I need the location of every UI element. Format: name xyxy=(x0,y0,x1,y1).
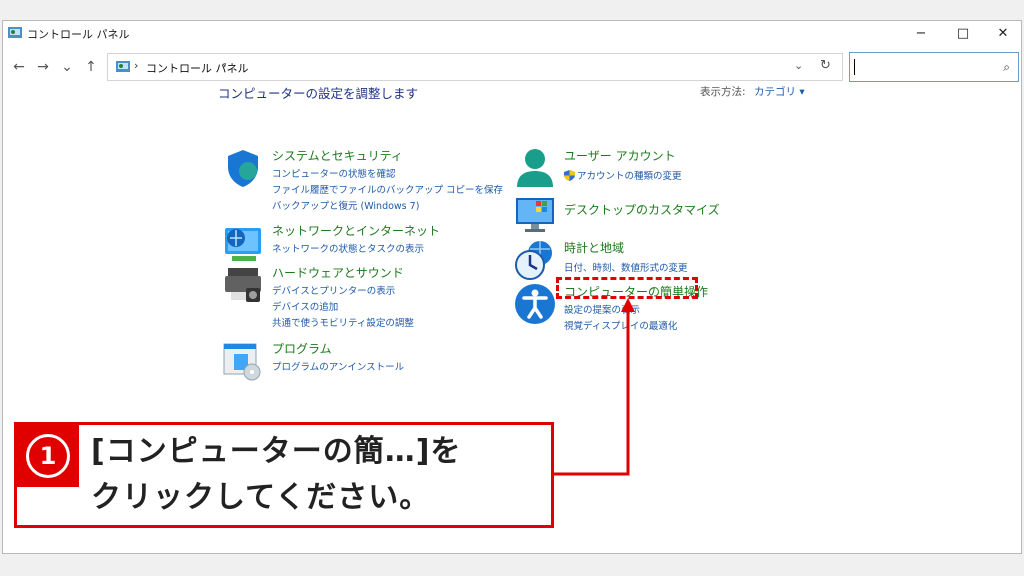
instruction-line-1: [コンピューターの簡…]を xyxy=(91,434,462,469)
instruction-callout: 1 [コンピューターの簡…]を クリックしてください。 xyxy=(14,422,554,528)
step-number: 1 xyxy=(26,434,70,478)
step-number-badge: 1 xyxy=(17,425,79,487)
instruction-text: [コンピューターの簡…]を クリックしてください。 xyxy=(91,429,461,521)
instruction-line-2: クリックしてください。 xyxy=(91,480,431,515)
